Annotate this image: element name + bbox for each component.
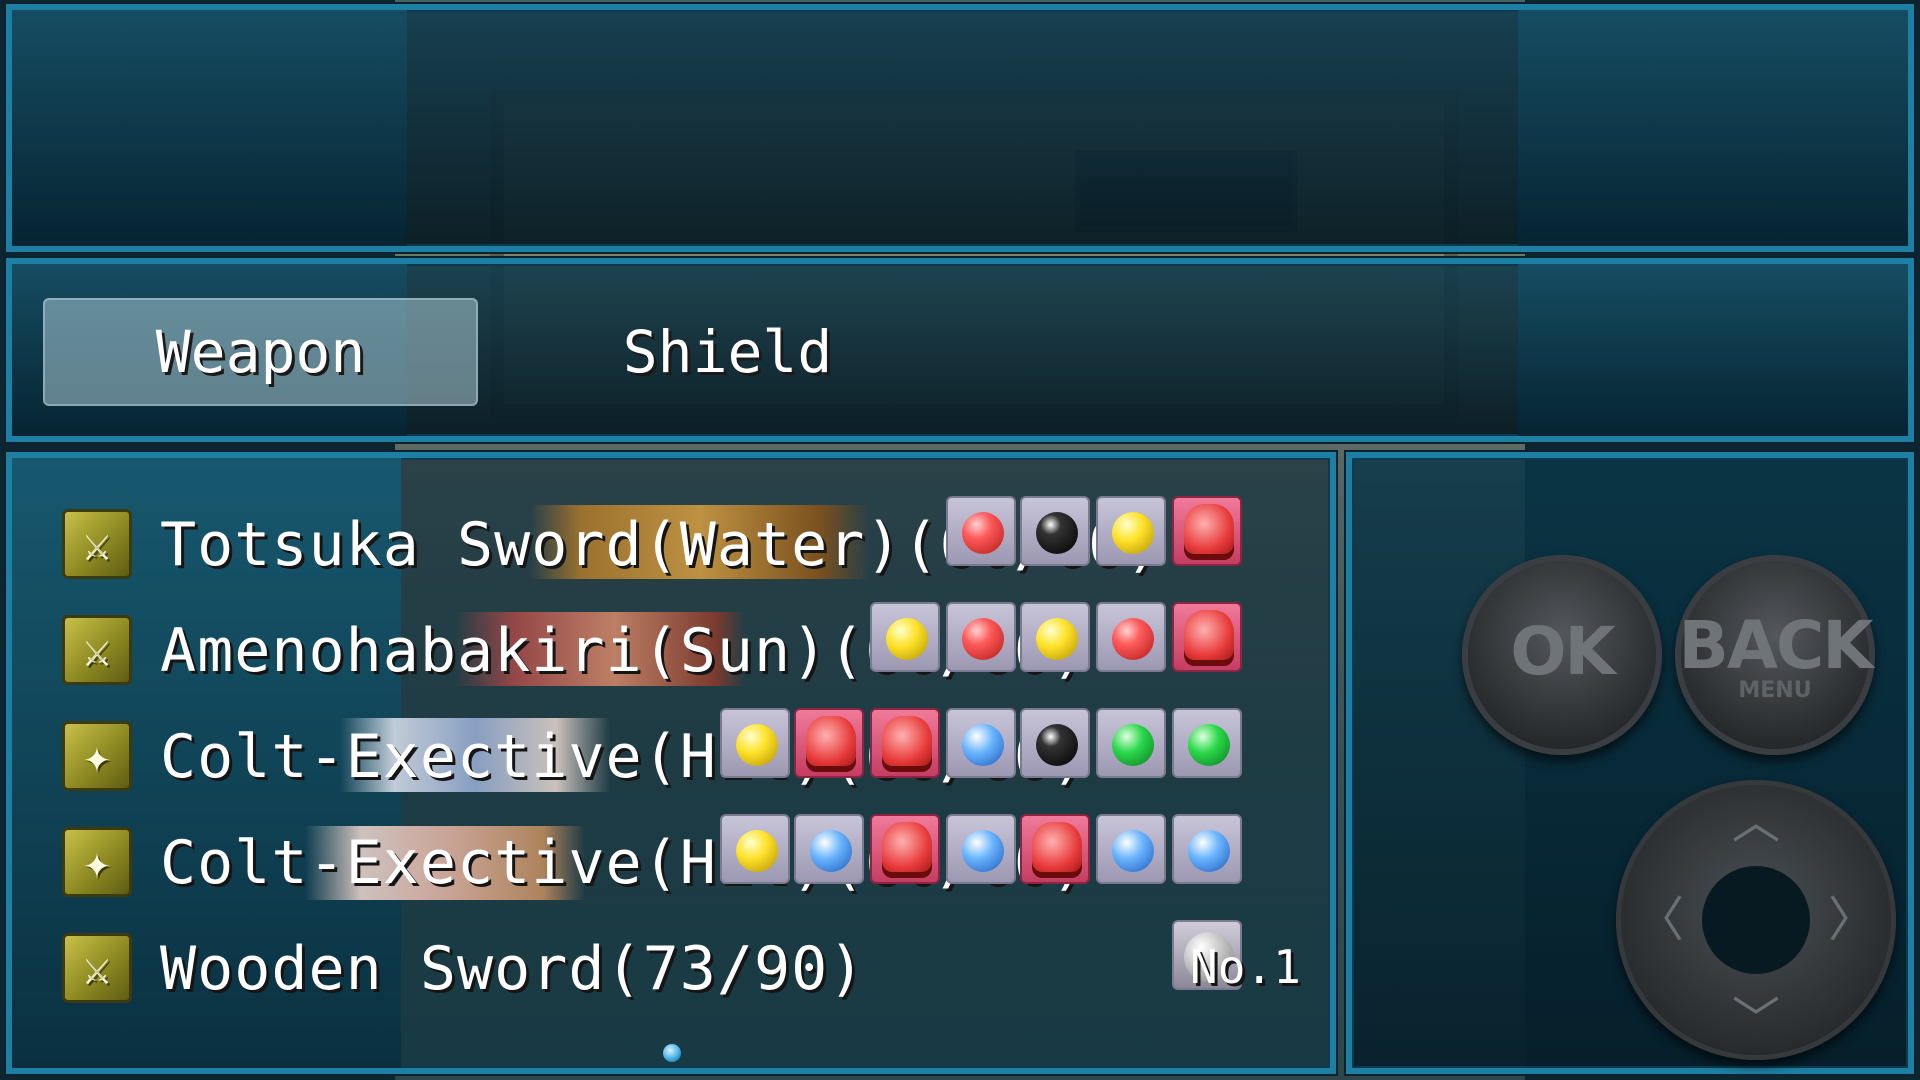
red-fist-icon: [1184, 504, 1234, 560]
red-fist-icon: [882, 716, 932, 772]
sword-icon: ⚔: [62, 509, 132, 579]
tab-weapon[interactable]: Weapon: [43, 298, 478, 406]
back-button-label: BACK: [1678, 607, 1874, 684]
red-fist-slot: [870, 814, 940, 884]
red-fist-icon: [882, 822, 932, 878]
yellow-orb-slot: [1096, 496, 1166, 566]
green-orb-slot: [1172, 708, 1242, 778]
yellow-orb-slot: [720, 814, 790, 884]
yellow-orb-icon: [1036, 618, 1078, 660]
red-fist-slot: [794, 708, 864, 778]
green-orb-slot: [1096, 708, 1166, 778]
ok-button-label: OK: [1510, 613, 1615, 690]
green-orb-icon: [1112, 724, 1154, 766]
yellow-orb-slot: [720, 708, 790, 778]
blue-orb-icon: [810, 830, 852, 872]
black-orb-icon: [1036, 512, 1078, 554]
red-fist-icon: [1184, 610, 1234, 666]
red-fist-slot: [870, 708, 940, 778]
item-name: Wooden Sword(73/90): [160, 934, 866, 1004]
red-orb-icon: [1112, 618, 1154, 660]
red-orb-slot: [1096, 602, 1166, 672]
help-window: [6, 4, 1914, 252]
red-fist-icon: [1032, 822, 1082, 878]
blue-orb-slot: [946, 708, 1016, 778]
blue-orb-slot: [1172, 814, 1242, 884]
item-number-label: No.1: [1190, 940, 1301, 994]
yellow-orb-icon: [736, 724, 778, 766]
yellow-orb-icon: [736, 830, 778, 872]
blue-orb-icon: [962, 830, 1004, 872]
yellow-orb-slot: [1020, 602, 1090, 672]
red-fist-slot: [1172, 496, 1242, 566]
dpad-down-icon[interactable]: ﹀: [1726, 996, 1786, 1044]
sword-icon: ⚔: [62, 615, 132, 685]
red-fist-slot: [1020, 814, 1090, 884]
yellow-orb-icon: [886, 618, 928, 660]
blue-orb-slot: [946, 814, 1016, 884]
dpad-left-icon[interactable]: 〈: [1630, 896, 1690, 944]
back-button[interactable]: BACK MENU: [1675, 555, 1875, 755]
dpad-right-icon[interactable]: 〉: [1822, 896, 1882, 944]
dpad-center: [1702, 866, 1810, 974]
blue-orb-icon: [962, 724, 1004, 766]
red-fist-slot: [1172, 602, 1242, 672]
yellow-orb-icon: [1112, 512, 1154, 554]
red-fist-icon: [806, 716, 856, 772]
blue-orb-icon: [1112, 830, 1154, 872]
black-orb-slot: [1020, 708, 1090, 778]
red-orb-slot: [946, 602, 1016, 672]
gun-icon: ✦: [62, 721, 132, 791]
blue-orb-icon: [1188, 830, 1230, 872]
blue-orb-slot: [1096, 814, 1166, 884]
red-orb-icon: [962, 512, 1004, 554]
black-orb-slot: [1020, 496, 1090, 566]
scroll-indicator[interactable]: [663, 1044, 681, 1062]
black-orb-icon: [1036, 724, 1078, 766]
gun-icon: ✦: [62, 827, 132, 897]
dpad-up-icon[interactable]: ︿: [1726, 798, 1786, 846]
green-orb-icon: [1188, 724, 1230, 766]
yellow-orb-slot: [870, 602, 940, 672]
blue-orb-slot: [794, 814, 864, 884]
tab-shield[interactable]: Shield: [520, 298, 935, 406]
list-item[interactable]: ⚔ Wooden Sword(73/90): [62, 929, 1302, 1009]
directional-pad[interactable]: ︿ ﹀ 〈 〉: [1616, 780, 1896, 1060]
ok-button[interactable]: OK: [1462, 555, 1662, 755]
red-orb-slot: [946, 496, 1016, 566]
red-orb-icon: [962, 618, 1004, 660]
sword-icon: ⚔: [62, 933, 132, 1003]
